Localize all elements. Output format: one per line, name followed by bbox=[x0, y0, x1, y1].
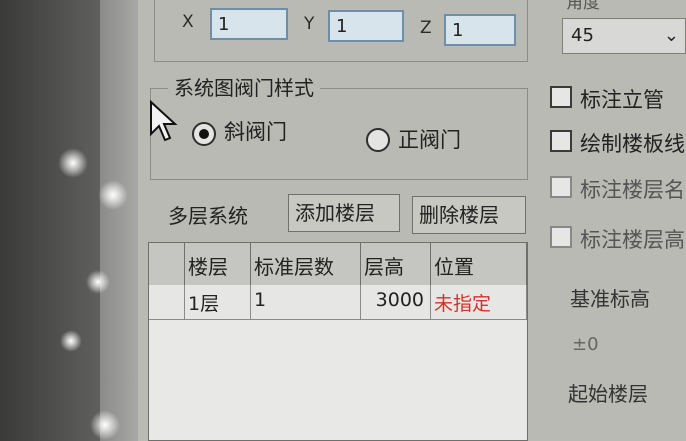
start-floor-label: 起始楼层 bbox=[568, 382, 648, 406]
table-header: 楼层 标准层数 层高 位置 bbox=[149, 243, 527, 286]
x-label: X bbox=[182, 12, 194, 32]
base-elevation-value[interactable]: ±0 bbox=[572, 334, 599, 355]
mark-riser-label[interactable]: 标注立管 bbox=[580, 84, 664, 114]
mark-floor-height-checkbox[interactable] bbox=[550, 226, 572, 248]
draw-floor-line-checkbox[interactable] bbox=[550, 130, 572, 152]
row-selector[interactable] bbox=[149, 285, 185, 319]
multi-floor-label: 多层系统 bbox=[168, 204, 248, 228]
table-row[interactable]: 1层 1 3000 未指定 bbox=[149, 285, 527, 320]
mark-riser-checkbox[interactable] bbox=[550, 86, 572, 108]
mark-floor-height-label[interactable]: 标注楼层高 bbox=[580, 224, 685, 254]
straight-valve-radio[interactable] bbox=[366, 128, 390, 152]
add-floor-button[interactable]: 添加楼层 bbox=[288, 194, 400, 232]
draw-floor-line-label[interactable]: 绘制楼板线 bbox=[580, 128, 685, 158]
light-glare bbox=[98, 180, 128, 210]
background-window-edge bbox=[100, 0, 138, 441]
column-header-std-count[interactable]: 标准层数 bbox=[251, 243, 361, 285]
column-header-floor[interactable]: 楼层 bbox=[185, 243, 251, 285]
light-glare bbox=[90, 410, 120, 440]
angle-label: 角度 bbox=[566, 0, 600, 13]
slant-valve-radio[interactable] bbox=[192, 122, 216, 146]
angle-value: 45 bbox=[571, 25, 594, 46]
column-header-height[interactable]: 层高 bbox=[361, 243, 431, 285]
angle-select[interactable]: 45 ⌄ bbox=[562, 18, 686, 54]
cell-floor[interactable]: 1层 bbox=[185, 285, 251, 319]
light-glare bbox=[60, 330, 82, 352]
y-input[interactable]: 1 bbox=[328, 10, 404, 42]
row-header-corner bbox=[149, 243, 185, 285]
mouse-cursor-icon bbox=[150, 100, 178, 142]
mark-floor-name-label[interactable]: 标注楼层名 bbox=[580, 174, 685, 204]
mark-floor-name-checkbox[interactable] bbox=[550, 176, 572, 198]
cell-std-count[interactable]: 1 bbox=[251, 285, 361, 319]
light-glare bbox=[86, 270, 110, 294]
valve-style-title: 系统图阀门样式 bbox=[168, 72, 320, 101]
column-header-position[interactable]: 位置 bbox=[431, 243, 527, 285]
slant-valve-label[interactable]: 斜阀门 bbox=[224, 116, 287, 146]
cell-position[interactable]: 未指定 bbox=[431, 285, 527, 319]
z-label: Z bbox=[420, 18, 432, 38]
light-glare bbox=[58, 148, 88, 178]
cell-height[interactable]: 3000 bbox=[361, 285, 431, 319]
y-label: Y bbox=[304, 14, 315, 34]
straight-valve-label[interactable]: 正阀门 bbox=[398, 124, 461, 154]
z-input[interactable]: 1 bbox=[444, 14, 516, 46]
x-input[interactable]: 1 bbox=[210, 8, 288, 40]
base-elevation-label: 基准标高 bbox=[570, 287, 650, 311]
floor-table[interactable]: 楼层 标准层数 层高 位置 1层 1 3000 未指定 bbox=[148, 242, 528, 441]
delete-floor-button[interactable]: 删除楼层 bbox=[412, 196, 526, 234]
chevron-down-icon: ⌄ bbox=[663, 25, 679, 46]
